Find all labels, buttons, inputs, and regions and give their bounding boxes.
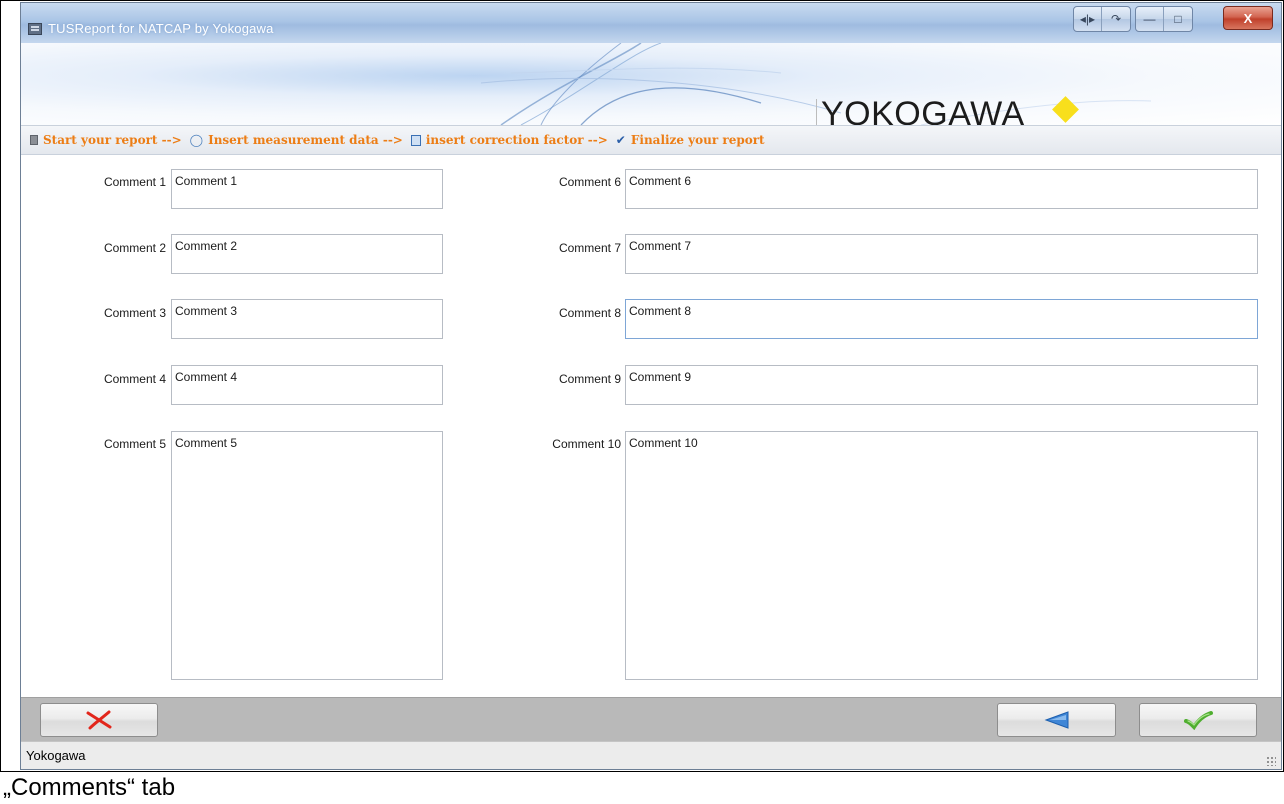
step-correction-factor[interactable]: insert correction factor --> [410, 133, 608, 147]
comment-4-label: Comment 4 [103, 372, 166, 386]
status-text: Yokogawa [26, 748, 86, 763]
window-title: TUSReport for NATCAP by Yokogawa [48, 21, 274, 36]
step-label: Finalize your report [630, 133, 765, 147]
green-check-icon [1184, 711, 1213, 730]
comment-4-field[interactable]: Comment 4 [171, 365, 443, 405]
comment-3-label: Comment 3 [103, 306, 166, 320]
maximize-icon[interactable]: □ [1164, 7, 1192, 31]
comment-1-label: Comment 1 [103, 175, 166, 189]
comment-3-field[interactable]: Comment 3 [171, 299, 443, 339]
window-caption-buttons: — □ [1135, 6, 1193, 32]
close-icon[interactable]: X [1223, 6, 1273, 30]
comment-2-field[interactable]: Comment 2 [171, 234, 443, 274]
comment-1-field[interactable]: Comment 1 [171, 169, 443, 209]
back-button[interactable] [997, 703, 1116, 737]
comment-7-field[interactable]: Comment 7 [625, 234, 1258, 274]
comment-7-label: Comment 7 [558, 241, 621, 255]
step-label: Insert measurement data --> [208, 133, 403, 147]
button-bar [21, 697, 1281, 742]
step-measurement-data[interactable]: ◯ Insert measurement data --> [190, 133, 403, 147]
comment-5-field[interactable]: Comment 5 [171, 431, 443, 680]
step-label: Start your report --> [43, 133, 182, 147]
step-label: insert correction factor --> [425, 133, 608, 147]
comment-8-field[interactable]: Comment 8 [625, 299, 1258, 339]
yokogawa-logo: YOKOGAWA [816, 95, 1025, 125]
title-bar[interactable]: TUSReport for NATCAP by Yokogawa ◂|▸ ↷ —… [21, 3, 1281, 43]
checkmark-icon: ✔ [615, 133, 626, 147]
step-finalize-report[interactable]: ✔ Finalize your report [616, 133, 765, 147]
finish-button[interactable] [1139, 703, 1257, 737]
resize-grip-icon[interactable] [1266, 756, 1276, 766]
wizard-steps-bar: Start your report --> ◯ Insert measureme… [21, 125, 1281, 155]
status-bar: Yokogawa [21, 741, 1281, 769]
window-switch-icon[interactable]: ↷ [1102, 7, 1130, 31]
document-icon [30, 135, 38, 145]
figure-frame: TUSReport for NATCAP by Yokogawa ◂|▸ ↷ —… [0, 0, 1284, 772]
extra-caption-buttons: ◂|▸ ↷ [1073, 6, 1131, 32]
app-icon[interactable] [28, 23, 42, 35]
app-window: TUSReport for NATCAP by Yokogawa ◂|▸ ↷ —… [20, 2, 1282, 770]
comments-form: Comment 1 Comment 1 Comment 2 Comment 2 … [21, 155, 1281, 695]
blue-arrow-left-icon [1044, 711, 1068, 729]
comment-10-field[interactable]: Comment 10 [625, 431, 1258, 680]
cancel-button[interactable] [40, 703, 158, 737]
header-banner: YOKOGAWA [21, 43, 1281, 125]
figure-caption: „Comments“ tab [3, 774, 176, 801]
comment-6-label: Comment 6 [558, 175, 621, 189]
comment-9-label: Comment 9 [558, 372, 621, 386]
comment-6-field[interactable]: Comment 6 [625, 169, 1258, 209]
banner-swoosh-graphic [480, 43, 1152, 125]
correction-icon [410, 134, 421, 146]
comment-10-label: Comment 10 [552, 437, 621, 451]
comment-5-label: Comment 5 [103, 437, 166, 451]
comment-2-label: Comment 2 [103, 241, 166, 255]
comment-8-label: Comment 8 [558, 306, 621, 320]
comment-9-field[interactable]: Comment 9 [625, 365, 1258, 405]
minimize-icon[interactable]: — [1136, 7, 1164, 31]
step-start-report[interactable]: Start your report --> [30, 133, 182, 147]
resize-arrows-icon[interactable]: ◂|▸ [1074, 7, 1102, 31]
red-x-icon [86, 710, 112, 730]
measurement-icon: ◯ [189, 133, 204, 147]
